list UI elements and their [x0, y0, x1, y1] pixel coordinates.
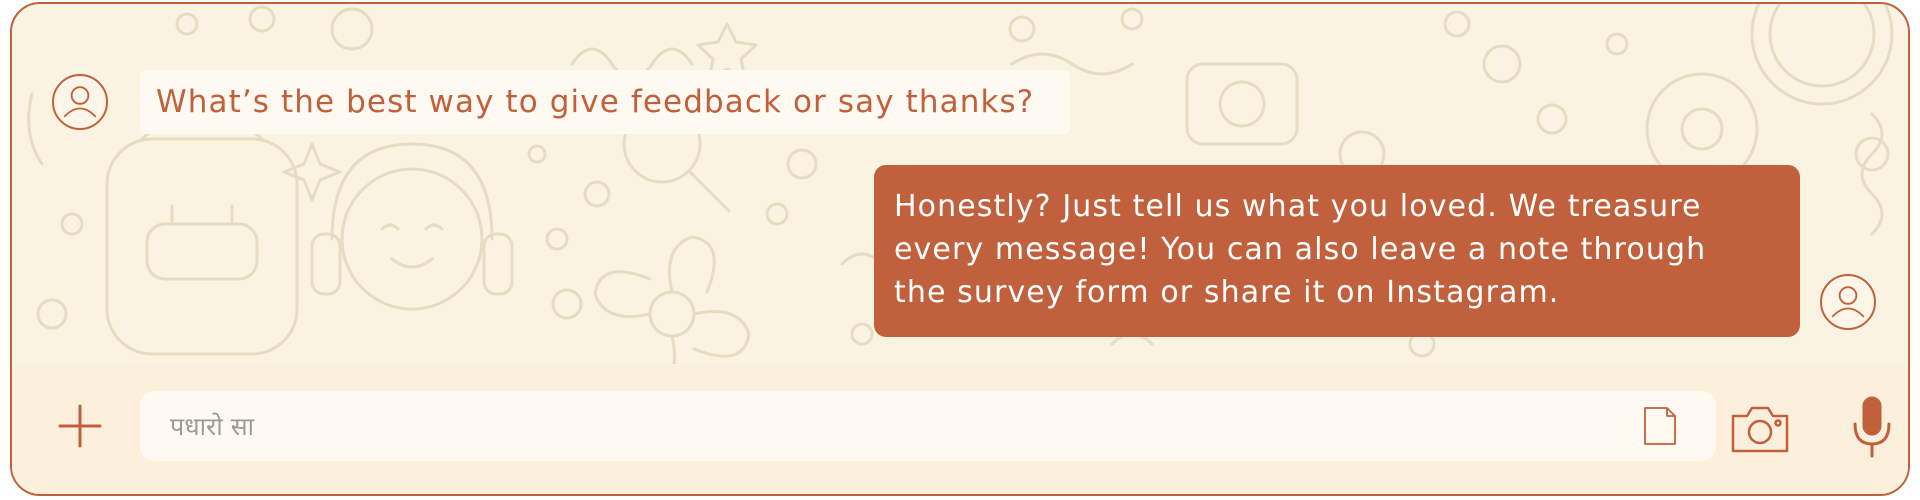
outgoing-message-line: the survey form or share it on Instagram… [894, 275, 1560, 310]
camera-button[interactable] [1730, 402, 1790, 454]
chat-window: What’s the best way to give feedback or … [10, 2, 1910, 496]
composer-bar [12, 366, 1908, 494]
message-input[interactable] [140, 391, 1620, 461]
incoming-message: What’s the best way to give feedback or … [140, 70, 1070, 134]
message-input-container [140, 391, 1716, 461]
outgoing-user-avatar-icon [1820, 274, 1876, 330]
message-list[interactable]: What’s the best way to give feedback or … [12, 4, 1908, 366]
attach-document-button[interactable] [1643, 406, 1677, 446]
outgoing-message-line: Honestly? Just tell us what you loved. W… [894, 189, 1702, 224]
outgoing-message-line: every message! You can also leave a note… [894, 232, 1707, 267]
outgoing-message: Honestly? Just tell us what you loved. W… [874, 165, 1800, 337]
add-attachment-button[interactable] [50, 396, 110, 456]
microphone-icon [1853, 396, 1891, 458]
document-icon [1644, 407, 1676, 445]
plus-icon [58, 404, 102, 448]
voice-message-button[interactable] [1850, 396, 1894, 460]
camera-icon [1731, 406, 1789, 453]
incoming-user-avatar-icon [52, 74, 108, 130]
